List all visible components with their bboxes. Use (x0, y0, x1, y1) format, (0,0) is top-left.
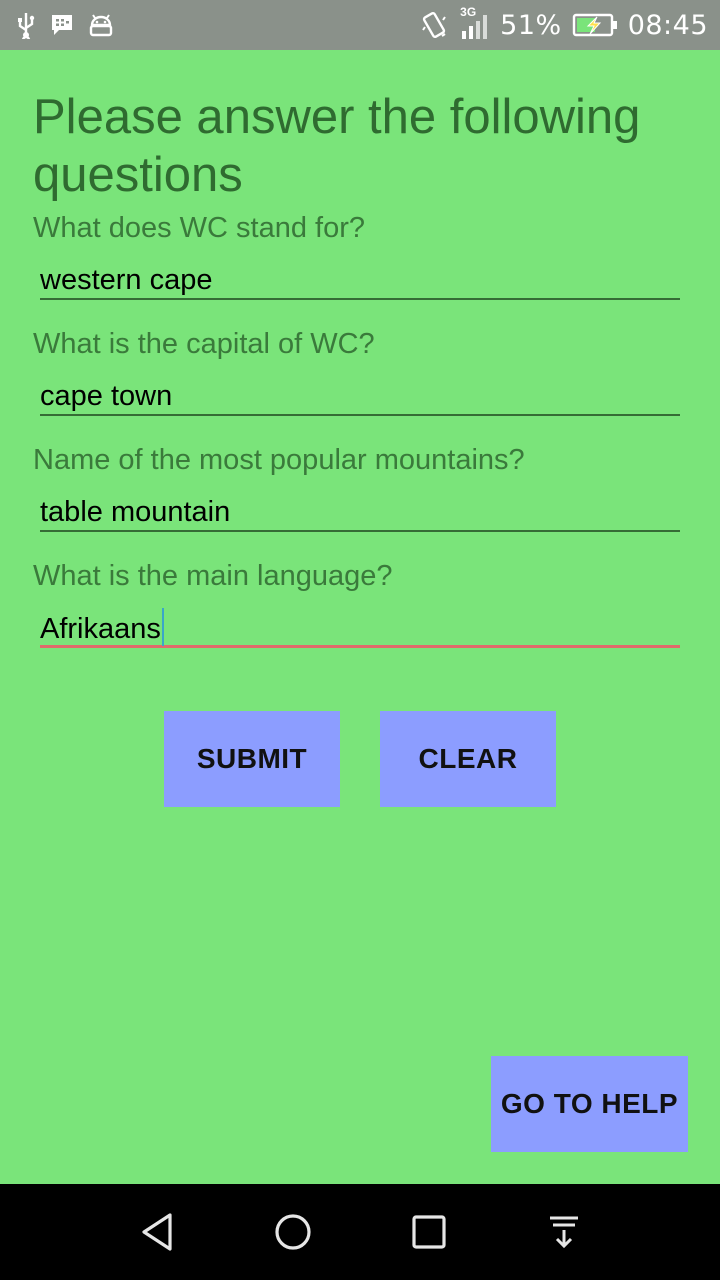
question-label-2: What is the capital of WC? (33, 328, 375, 360)
clear-button[interactable]: CLEAR (380, 711, 556, 807)
navigation-bar (0, 1184, 720, 1280)
form-screen: Please answer the following questions Wh… (0, 50, 720, 1184)
text-cursor (161, 608, 164, 646)
answer-input-1-value: western cape (40, 264, 213, 296)
answer-input-3[interactable]: table mountain (40, 482, 680, 532)
answer-input-2-value: cape town (40, 380, 173, 412)
bbm-icon (50, 13, 74, 37)
page-title: Please answer the following questions (33, 90, 641, 202)
signal-icon: 3G (458, 5, 490, 41)
back-icon (142, 1213, 172, 1251)
go-to-help-button[interactable]: GO TO HELP (491, 1056, 688, 1152)
answer-input-4[interactable]: Afrikaans (40, 598, 680, 648)
pull-down-icon (550, 1216, 578, 1249)
home-button[interactable] (273, 1212, 313, 1252)
recents-button[interactable] (409, 1212, 449, 1252)
usb-icon (16, 11, 36, 39)
battery-charging-icon (572, 12, 618, 38)
network-type-label: 3G (460, 5, 477, 19)
clock: 08:45 (627, 9, 708, 41)
status-bar: 3G 51% 08:45 (0, 0, 720, 50)
notification-pulldown-button[interactable] (544, 1212, 584, 1252)
answer-input-2[interactable]: cape town (40, 366, 680, 416)
answer-input-3-value: table mountain (40, 496, 231, 528)
question-label-1: What does WC stand for? (33, 212, 366, 244)
submit-button[interactable]: SUBMIT (164, 711, 340, 807)
battery-percent: 51% (500, 9, 562, 41)
recents-icon (412, 1215, 446, 1249)
answer-input-4-value: Afrikaans (40, 613, 161, 645)
home-icon (275, 1214, 311, 1250)
answer-input-1[interactable]: western cape (40, 250, 680, 300)
back-button[interactable] (138, 1212, 178, 1252)
android-icon (88, 13, 114, 37)
question-label-3: Name of the most popular mountains? (33, 444, 525, 476)
question-label-4: What is the main language? (33, 560, 393, 592)
vibrate-icon (420, 10, 448, 40)
